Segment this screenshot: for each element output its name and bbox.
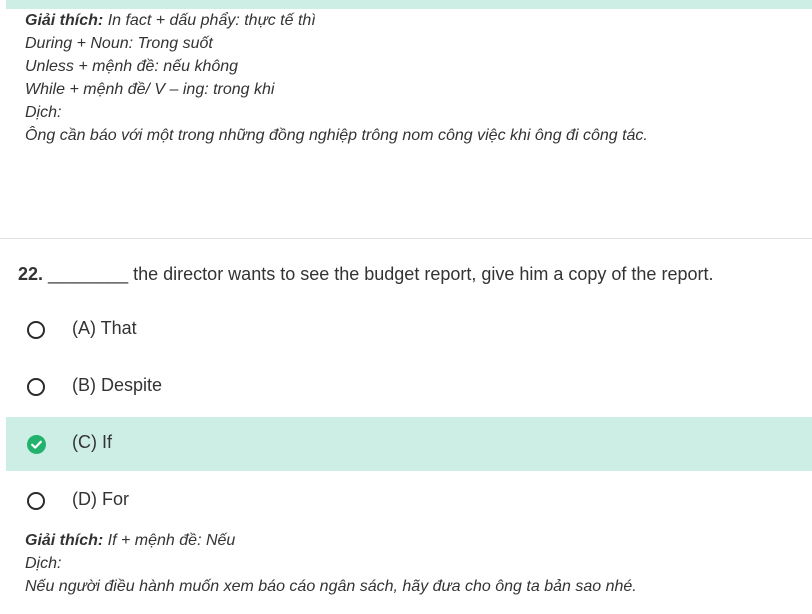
check-circle-icon[interactable] xyxy=(27,435,46,454)
question-text: 22. ________ the director wants to see t… xyxy=(18,264,713,285)
explanation-text: In fact + dấu phẩy: thực tế thì xyxy=(107,12,316,29)
option-b[interactable]: (B) Despite xyxy=(6,360,812,414)
option-a[interactable]: (A) That xyxy=(6,303,812,357)
explanation-line: Giải thích: If + mệnh đề: Nếu xyxy=(25,529,235,552)
question-blank: ________ xyxy=(48,264,129,284)
translation-text: Ông cần báo với một trong những đồng ngh… xyxy=(25,127,648,144)
option-label: (A) That xyxy=(72,318,137,338)
translation-text: Nếu người điều hành muốn xem báo cáo ngâ… xyxy=(25,578,637,595)
explanation-line: While + mệnh đề/ V – ing: trong khi xyxy=(25,81,275,98)
question-number: 22. xyxy=(18,264,44,284)
explanation-line: Unless + mệnh đề: nếu không xyxy=(25,58,239,75)
radio-empty-icon[interactable] xyxy=(27,321,45,339)
option-label: (D) For xyxy=(72,489,129,509)
explanation-text: If + mệnh đề: Nếu xyxy=(103,532,236,549)
question-body: the director wants to see the budget rep… xyxy=(128,264,714,284)
option-label: (B) Despite xyxy=(72,375,163,395)
option-label: (C) If xyxy=(72,432,112,452)
option-c[interactable]: (C) If xyxy=(6,417,812,471)
previous-selected-option-bar xyxy=(6,0,812,9)
previous-explanation-line: Giải thích: In fact + dấu phẩy: thực tế … xyxy=(25,9,316,32)
radio-empty-icon[interactable] xyxy=(27,378,45,396)
option-d[interactable]: (D) For xyxy=(6,474,812,528)
quiz-page: Giải thích: In fact + dấu phẩy: thực tế … xyxy=(0,0,812,614)
question-divider xyxy=(0,238,812,239)
explanation-label: Giải thích: xyxy=(25,532,104,549)
radio-empty-icon[interactable] xyxy=(27,492,45,510)
translation-label: Dịch: xyxy=(25,104,62,121)
explanation-label: Giải thích: xyxy=(25,12,104,29)
translation-label: Dịch: xyxy=(25,555,62,572)
explanation-line: During + Noun: Trong suốt xyxy=(25,35,213,52)
